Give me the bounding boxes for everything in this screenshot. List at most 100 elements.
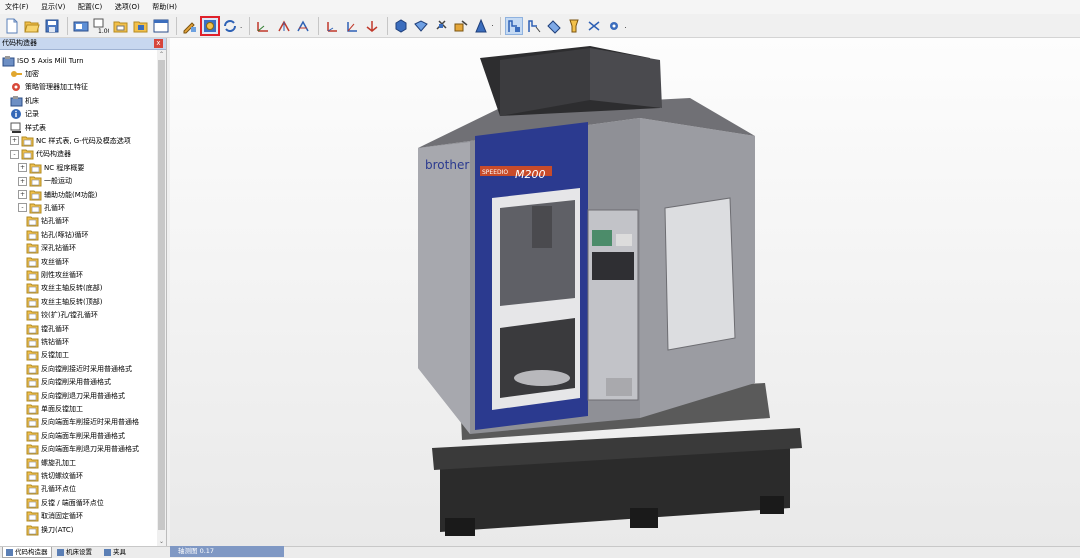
expand-icon[interactable]: + [10,136,19,146]
tree-item[interactable]: 钻孔循环 [26,215,69,228]
tree-item[interactable]: 深孔钻循环 [26,242,76,255]
collapse-icon[interactable]: - [10,149,19,159]
tree-item[interactable]: 反向端面车削接近时采用普通格 [26,416,139,429]
toolbar-separator [318,16,320,35]
edit-tools-icon[interactable] [181,17,199,35]
tree-item[interactable]: + 辅助功能(M功能) [18,188,98,201]
view-solid-icon[interactable] [392,17,410,35]
scroll-up-icon[interactable]: ⌃ [157,50,166,59]
expand-icon[interactable]: + [18,163,27,173]
tree-item[interactable]: 螺旋孔加工 [26,456,76,469]
tree-item[interactable]: 镗孔循环 [26,322,69,335]
collapse-icon[interactable]: - [18,203,27,213]
simulate-probe-icon[interactable] [585,17,603,35]
folder-icon [26,256,39,268]
simulate-machine-icon[interactable] [505,16,524,35]
scroll-down-icon[interactable]: ⌄ [157,537,166,546]
expand-icon[interactable]: + [18,176,27,186]
new-file-icon[interactable] [3,17,21,35]
viewport-3d[interactable]: M200 SPEEDIO brother [170,38,1080,546]
dropdown-arrow-icon[interactable]: · [491,22,493,30]
axis-z-icon[interactable] [294,17,312,35]
tree-item[interactable]: 攻丝主轴反转(顶部) [26,295,102,308]
tree-item[interactable]: + 一般运动 [18,175,72,188]
scroll-thumb[interactable] [158,60,165,530]
tree-item[interactable]: 策略管理器加工特征 [10,81,88,94]
ratio-icon[interactable]: 1.00 [92,17,110,35]
axis-view-c-icon[interactable] [363,17,381,35]
tree-item[interactable]: + NC 程序概要 [18,161,84,174]
tree-item[interactable]: 钻孔(啄钻)循环 [26,228,88,241]
tree-item-label: 一般运动 [44,177,72,186]
table-folder-icon[interactable] [132,17,150,35]
tree-item[interactable]: 攻丝循环 [26,255,69,268]
tree-item[interactable]: 铣切螺纹循环 [26,469,83,482]
tree-item[interactable]: 反向镗削接近时采用普通格式 [26,362,132,375]
save-icon[interactable] [43,17,61,35]
simulate-head-icon[interactable] [525,17,543,35]
dropdown-arrow-icon[interactable]: . [624,22,626,30]
axis-y-icon[interactable] [274,17,292,35]
tree-item[interactable]: 换刀(ATC) [26,523,73,536]
tree-item[interactable]: 刚性攻丝循环 [26,268,83,281]
tree-item[interactable]: 机床 [10,94,39,107]
refresh-icon[interactable] [221,17,239,35]
tree-item[interactable]: 反向端面车削退刀采用普通格式 [26,443,139,456]
tab-code-builder[interactable]: 代码构造器 [2,547,52,558]
tree-item[interactable]: 反向镗削采用普通格式 [26,376,111,389]
machine-brand-label: brother [425,158,469,172]
axis-view-b-icon[interactable] [343,17,361,35]
code-builder-panel: 代码构造器 x ISO 5 Axis Mill Turn 加密 策略管理器加工特征机… [0,38,167,546]
code-builder-icon[interactable] [200,15,220,36]
folder-icon [26,510,39,522]
simulate-spindle-icon[interactable] [565,17,583,35]
tree-item[interactable]: 加密 [10,67,39,80]
window-icon[interactable] [152,17,170,35]
view-rotate-icon[interactable] [432,17,450,35]
close-icon[interactable]: x [154,39,163,48]
tree-item[interactable]: 样式表 [10,121,46,134]
view-tool-icon[interactable] [472,17,490,35]
axis-view-a-icon[interactable] [323,17,341,35]
menu-file[interactable]: 文件(F) [0,0,34,12]
view-model-icon[interactable] [452,17,470,35]
tree-item[interactable]: 反镗 / 端面循环点位 [26,496,104,509]
tree-item[interactable]: ISO 5 Axis Mill Turn [2,54,84,67]
program-folder-icon[interactable] [112,17,130,35]
tree-item-label: NC 样式表, G-代码及模态选项 [36,136,131,145]
tree-item[interactable]: 反镗加工 [26,349,69,362]
axis-x-icon[interactable] [254,17,272,35]
tree-item[interactable]: 铣钻循环 [26,335,69,348]
tree-item[interactable]: 攻丝主轴反转(底部) [26,282,102,295]
menu-help[interactable]: 帮助(H) [147,0,182,12]
view-shaded-icon[interactable] [412,17,430,35]
dropdown-arrow-icon[interactable]: . [240,22,242,30]
menu-options[interactable]: 选项(O) [110,0,145,12]
tab-machine-settings[interactable]: 机床设置 [54,547,95,557]
machine-icon [2,55,15,67]
tree-item[interactable]: - 孔循环 [18,201,65,214]
tree-item[interactable]: 反向镗削退刀采用普通格式 [26,389,125,402]
tree-item[interactable]: 单面反镗加工 [26,402,83,415]
tab-fixture[interactable]: 夹具 [101,547,129,557]
menu-view[interactable]: 显示(V) [36,0,70,12]
viewport-tab[interactable]: 轴测图 0.17 [170,546,284,557]
expand-icon[interactable]: + [18,190,27,199]
tree-item[interactable]: + NC 样式表, G-代码及模态选项 [10,134,131,147]
open-folder-icon[interactable] [23,17,41,35]
tree-item[interactable]: 孔循环点位 [26,483,76,496]
tree-scrollbar[interactable]: ⌃ ⌄ [157,50,166,546]
tree-item[interactable]: 记录 [10,108,39,121]
tree-item-label: 反向端面车削退刀采用普通格式 [41,445,139,454]
tree-item[interactable]: 铰(扩)孔/镗孔循环 [26,309,98,322]
menu-config[interactable]: 配置(C) [73,0,107,12]
simulate-rotary-icon[interactable] [545,17,563,35]
tree-item-label: 钻孔循环 [41,217,69,226]
tree-view[interactable]: ISO 5 Axis Mill Turn 加密 策略管理器加工特征 机床 记录 样式表 + N… [0,50,157,546]
tree-item[interactable]: 反向端面车削采用普通格式 [26,429,125,442]
simulate-settings-icon[interactable] [605,17,623,35]
machine-settings-icon[interactable] [72,17,90,35]
folder-icon [26,215,39,227]
tree-item[interactable]: - 代码构造器 [10,148,71,161]
tree-item[interactable]: 取消固定循环 [26,510,83,523]
